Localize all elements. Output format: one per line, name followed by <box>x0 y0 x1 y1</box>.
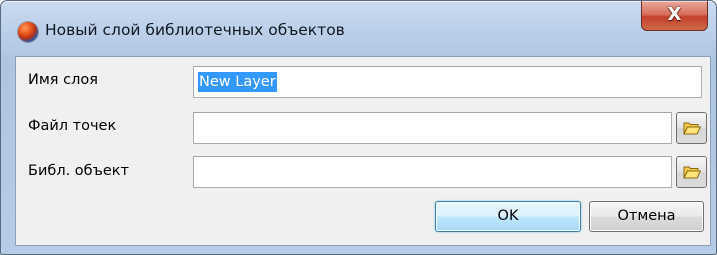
library-object-browse-button[interactable] <box>676 156 707 188</box>
dialog-window: Новый слой библиотечных объектов X Имя с… <box>0 0 717 255</box>
layer-name-label: Имя слоя <box>28 72 98 88</box>
layer-name-value: New Layer <box>198 72 277 92</box>
library-object-input[interactable] <box>193 156 672 188</box>
points-file-browse-button[interactable] <box>676 112 707 144</box>
ok-button[interactable]: OK <box>435 201 581 232</box>
cancel-button[interactable]: Отмена <box>589 201 704 232</box>
close-icon: X <box>667 4 682 25</box>
layer-name-input[interactable]: New Layer <box>193 66 702 98</box>
window-title: Новый слой библиотечных объектов <box>45 21 345 39</box>
dialog-body: Имя слоя New Layer Файл точек Библ. объе… <box>15 56 711 246</box>
library-object-label: Библ. объект <box>28 163 129 179</box>
points-file-input[interactable] <box>193 112 672 144</box>
points-file-label: Файл точек <box>28 118 117 134</box>
app-globe-icon <box>18 22 38 42</box>
folder-open-icon <box>683 122 701 135</box>
folder-open-icon <box>683 166 701 179</box>
close-button[interactable]: X <box>641 1 708 31</box>
